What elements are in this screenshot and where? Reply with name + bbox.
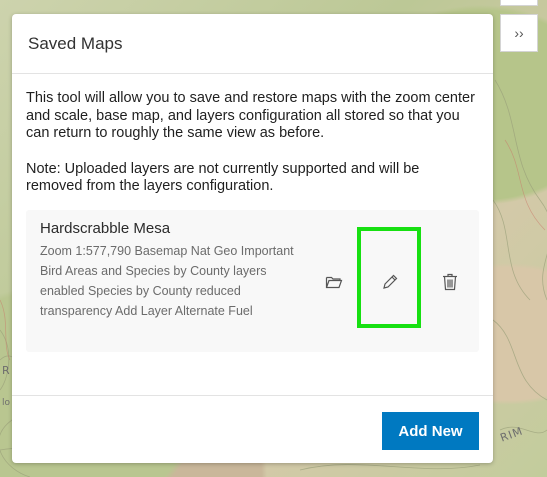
note-text: Note: Uploaded layers are not currently … [26, 160, 420, 195]
expand-panel-button[interactable]: ›› [500, 14, 538, 52]
saved-map-description: Zoom 1:577,790 Basemap Nat Geo Important… [40, 244, 294, 318]
map-label-lo: lo [2, 398, 11, 408]
trash-icon[interactable] [439, 271, 461, 293]
panel-body: This tool will allow you to save and res… [12, 74, 493, 352]
saved-map-item: Hardscrabble Mesa Zoom 1:577,790 Basemap… [26, 209, 479, 352]
map-toolbar-button[interactable] [500, 0, 538, 6]
double-chevron-right-icon: ›› [514, 25, 524, 41]
add-new-button[interactable]: Add New [382, 412, 479, 450]
saved-maps-panel: Saved Maps This tool will allow you to s… [12, 14, 493, 463]
folder-open-icon[interactable] [323, 271, 345, 293]
intro-text: This tool will allow you to save and res… [26, 90, 475, 141]
panel-title: Saved Maps [28, 33, 123, 53]
edit-highlight-box [357, 226, 421, 328]
panel-footer: Add New [12, 395, 493, 463]
panel-header: Saved Maps [12, 14, 493, 74]
map-label-r: R [2, 364, 10, 377]
